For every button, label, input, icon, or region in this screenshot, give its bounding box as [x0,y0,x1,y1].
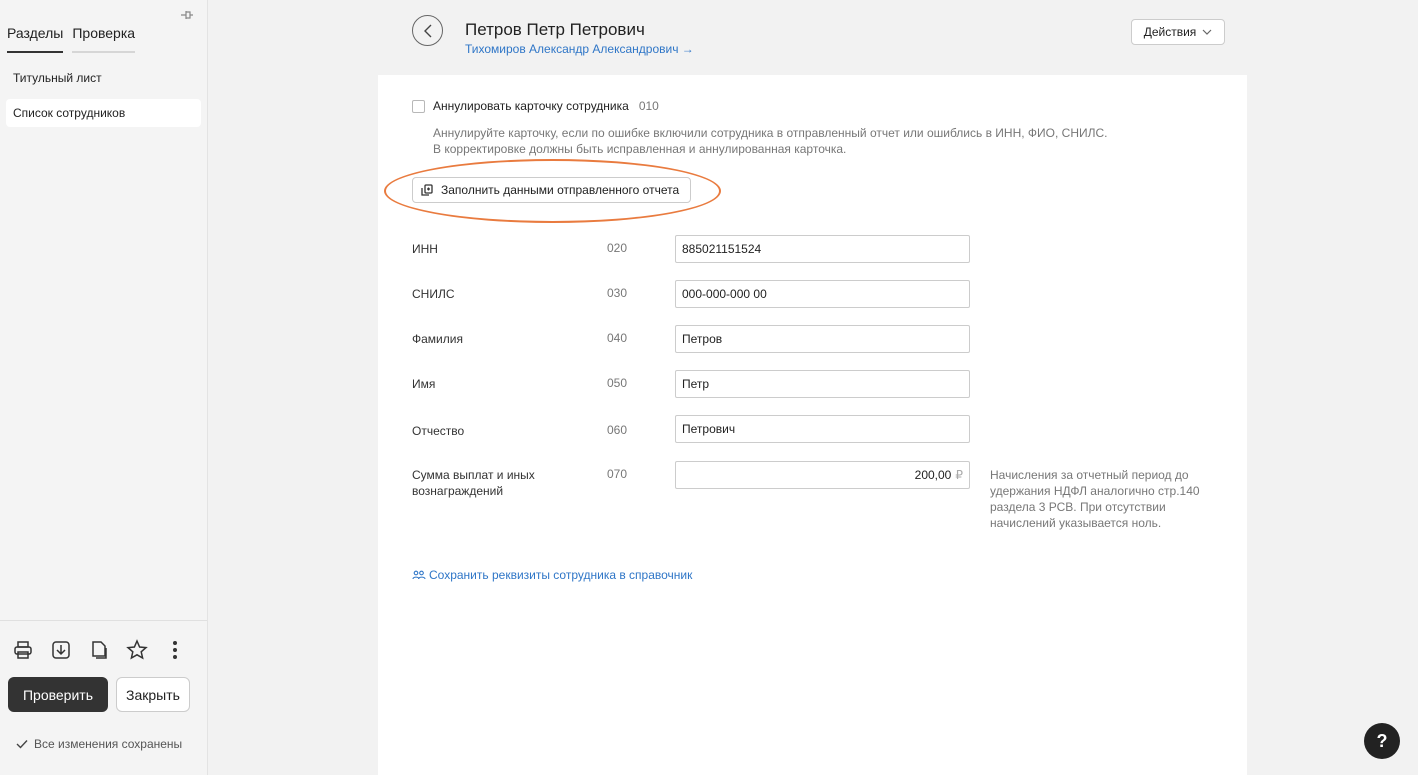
snils-code: 030 [607,286,628,300]
payments-hint: Начисления за отчетный период до удержан… [990,468,1200,530]
annul-hint-line-1: Аннулируйте карточку, если по ошибке вкл… [433,126,1108,140]
annul-label[interactable]: Аннулировать карточку сотрудника [433,99,629,113]
check-button[interactable]: Проверить [8,677,108,712]
annul-hint-line-2: В корректировке должны быть исправленная… [433,142,847,156]
annul-row: Аннулировать карточку сотрудника 010 [412,99,659,113]
payments-label: Сумма выплат и иных вознаграждений [412,468,535,498]
save-status: Все изменения сохранены [16,737,182,751]
inn-field[interactable]: 885021151524 [675,235,970,263]
save-to-directory-link[interactable]: Сохранить реквизиты сотрудника в справоч… [412,568,692,582]
actions-label: Действия [1143,25,1197,39]
chevron-left-icon [423,24,431,37]
sidebar-item-employees[interactable]: Список сотрудников [6,99,201,127]
name-field[interactable]: Петр [675,370,970,398]
name-label: Имя [412,377,436,391]
inn-label: ИНН [412,242,438,256]
payments-value: 200,00 [914,468,952,482]
surname-label: Фамилия [412,332,463,346]
patronymic-label: Отчество [412,424,465,438]
printer-icon[interactable] [12,639,34,661]
tab-check[interactable]: Проверка [72,25,136,53]
pin-icon[interactable] [180,8,194,22]
close-button[interactable]: Закрыть [116,677,190,712]
download-icon[interactable] [50,639,72,661]
surname-code: 040 [607,331,628,345]
toolbar [12,639,202,661]
annul-code: 010 [638,99,659,113]
page-title: Петров Петр Петрович [465,20,645,39]
surname-field[interactable]: Петров [675,325,970,353]
fill-from-report-label: Заполнить данными отправленного отчета [441,183,680,197]
snils-field[interactable]: 000-000-000 00 [675,280,970,308]
sidebar-tabs: Разделы Проверка [7,25,144,53]
divider [0,620,207,621]
patronymic-field[interactable]: Петрович [675,415,970,443]
save-status-text: Все изменения сохранены [34,737,183,751]
sidebar: Разделы Проверка Титульный лист Список с… [0,0,208,775]
annul-checkbox[interactable] [412,99,425,113]
annul-hint: Аннулируйте карточку, если по ошибке вкл… [433,125,1108,157]
name-code: 050 [607,376,628,390]
sidebar-nav: Титульный лист Список сотрудников [6,64,201,134]
help-button[interactable]: ? [1364,723,1400,759]
back-button[interactable] [412,15,443,46]
tab-sections[interactable]: Разделы [7,25,64,53]
employee-card: Петров Петр Петрович Тихомиров Александр… [378,0,1247,775]
fill-from-report-button[interactable]: Заполнить данными отправленного отчета [412,177,692,203]
ruble-icon: ₽ [955,468,963,482]
star-icon[interactable] [126,639,148,661]
sidebar-item-title-page[interactable]: Титульный лист [6,64,201,92]
copy-icon[interactable] [88,639,110,661]
patronymic-code: 060 [607,423,628,437]
checkmark-icon [16,740,28,749]
employer-link[interactable]: Тихомиров Александр Александрович → [465,42,694,56]
people-icon [412,570,426,580]
chevron-down-icon [1202,29,1212,35]
card-header: Петров Петр Петрович Тихомиров Александр… [378,0,1247,75]
more-icon[interactable] [164,639,186,661]
inn-code: 020 [607,241,628,255]
payments-code: 070 [607,467,628,481]
document-copy-icon [421,184,433,196]
actions-button[interactable]: Действия [1131,19,1225,45]
snils-label: СНИЛС [412,287,455,301]
payments-field[interactable]: 200,00 ₽ [675,461,970,489]
save-to-directory-label: Сохранить реквизиты сотрудника в справоч… [429,568,693,582]
